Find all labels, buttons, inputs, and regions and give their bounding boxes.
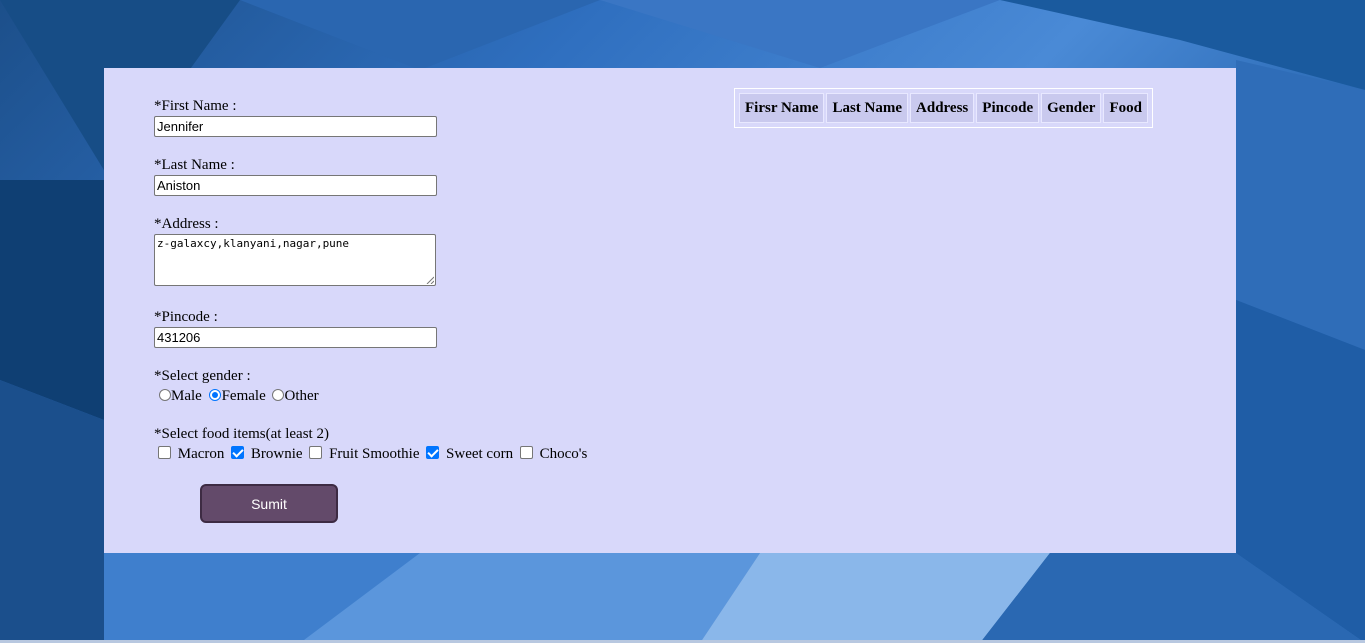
food-label: *Select food items(at least 2)	[154, 426, 329, 442]
first-name-label: *First Name :	[154, 98, 237, 114]
gender-other-radio[interactable]	[272, 389, 285, 401]
th-first-name: Firsr Name	[739, 93, 825, 123]
last-name-label: *Last Name :	[154, 157, 235, 173]
table-header-row: Firsr Name Last Name Address Pincode Gen…	[739, 93, 1148, 123]
th-last-name: Last Name	[826, 93, 909, 123]
gender-female-radio[interactable]	[208, 389, 221, 401]
pincode-label: *Pincode :	[154, 309, 218, 325]
food-sweet-corn-checkbox[interactable]	[426, 446, 440, 459]
gender-male-label: Male	[171, 388, 202, 404]
food-chocos-checkbox[interactable]	[519, 446, 533, 459]
gender-other-label: Other	[284, 388, 319, 404]
food-sweet-corn-label: Sweet corn	[446, 446, 514, 462]
food-macron-label: Macron	[177, 446, 225, 462]
gender-label: *Select gender :	[154, 368, 251, 384]
th-address: Address	[910, 93, 975, 123]
address-value: z-galaxcy,klanyani,nagar,pune	[157, 237, 350, 250]
food-chocos-label: Choco's	[539, 446, 588, 462]
food-brownie-label: Brownie	[250, 446, 303, 462]
th-pincode: Pincode	[976, 93, 1040, 123]
last-name-input[interactable]: Aniston	[154, 175, 437, 196]
th-food: Food	[1103, 93, 1148, 123]
food-brownie-checkbox[interactable]	[231, 446, 245, 459]
pincode-input[interactable]: 431206	[154, 327, 437, 348]
gender-male-radio[interactable]	[159, 389, 171, 401]
gender-female-label: Female	[221, 388, 266, 404]
submit-button[interactable]: Sumit	[200, 484, 338, 523]
entries-table: Firsr Name Last Name Address Pincode Gen…	[734, 88, 1153, 128]
food-fruit-smoothie-label: Fruit Smoothie	[329, 446, 420, 462]
th-gender: Gender	[1041, 93, 1102, 123]
first-name-input[interactable]: Jennifer	[154, 116, 437, 137]
address-textarea[interactable]: z-galaxcy,klanyani,nagar,pune	[154, 234, 436, 286]
food-fruit-smoothie-checkbox[interactable]	[309, 446, 323, 459]
food-macron-checkbox[interactable]	[158, 446, 171, 459]
resize-grip-icon[interactable]	[426, 276, 434, 284]
form-panel: *First Name : Jennifer *Last Name : Anis…	[104, 68, 1236, 553]
address-label: *Address :	[154, 216, 219, 232]
